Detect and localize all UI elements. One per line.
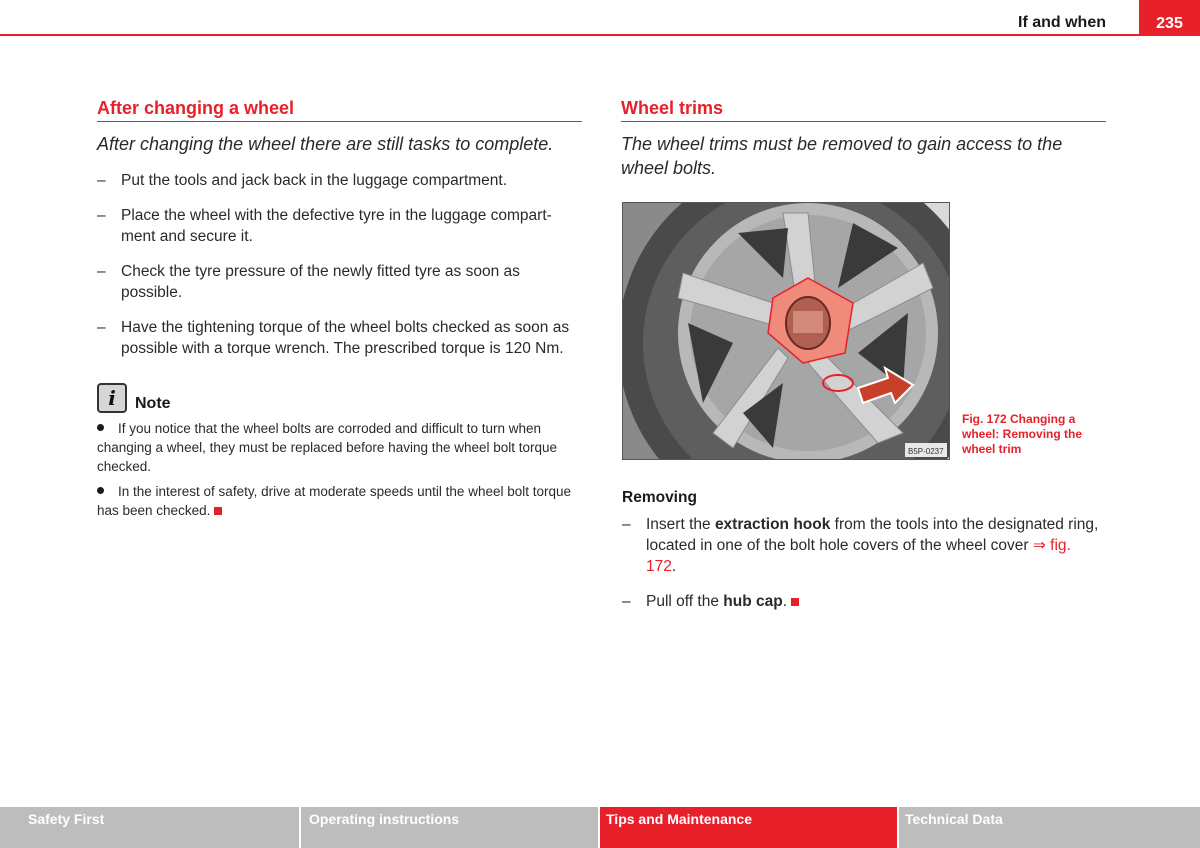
- note-item: If you notice that the wheel bolts are c…: [97, 421, 558, 474]
- bullet-icon: [97, 486, 104, 494]
- wheel-trim-figure: B5P-0237: [622, 202, 950, 460]
- right-column: Wheel trims The wheel trims must be remo…: [621, 98, 1106, 194]
- header-rule: [0, 34, 1140, 36]
- list-item: – Check the tyre pressure of the newly fi…: [97, 263, 520, 301]
- list-item: – Put the tools and jack back in the lugg…: [97, 172, 508, 189]
- end-mark-icon: [214, 507, 223, 515]
- note-title: Note: [135, 395, 171, 412]
- section-lead: After changing the wheel there are still…: [97, 134, 554, 154]
- chapter-title: If and when: [1018, 14, 1106, 31]
- section-lead: The wheel trims must be removed to gain …: [621, 134, 1063, 178]
- note-item: In the interest of safety, drive at mode…: [97, 484, 572, 518]
- removing-steps: – Insert the extraction hook from the too…: [622, 514, 1102, 626]
- subheading-removing: Removing: [622, 489, 697, 506]
- section-heading: Wheel trims: [621, 98, 1106, 122]
- list-item: – Place the wheel with the defective tyre…: [97, 207, 552, 245]
- tab-safety-first[interactable]: Safety First: [0, 807, 301, 848]
- figure-code: B5P-0237: [908, 447, 944, 456]
- note-header: i Note: [97, 383, 582, 413]
- list-item: – Insert the extraction hook from the too…: [622, 516, 1099, 575]
- tab-operating-instructions[interactable]: Operating instructions: [301, 807, 600, 848]
- task-list: – Put the tools and jack back in the lugg…: [97, 170, 582, 359]
- info-icon: i: [97, 383, 127, 413]
- end-mark-icon: [791, 598, 799, 606]
- list-item: – Have the tightening torque of the wheel…: [97, 319, 570, 357]
- list-item: – Pull off the hub cap.: [622, 591, 1102, 612]
- tab-tips-and-maintenance[interactable]: Tips and Maintenance: [600, 807, 899, 848]
- figure-caption: Fig. 172 Changing a wheel: Removing the …: [962, 412, 1083, 456]
- section-heading: After changing a wheel: [97, 98, 582, 122]
- bullet-icon: [97, 423, 104, 431]
- page-number: 235: [1139, 0, 1200, 36]
- tab-technical-data[interactable]: Technical Data: [899, 807, 1200, 848]
- footer-tabs: Safety First Operating instructions Tips…: [0, 807, 1200, 848]
- left-column: After changing a wheel After changing th…: [97, 98, 582, 520]
- wheel-illustration: B5P-0237: [623, 203, 949, 459]
